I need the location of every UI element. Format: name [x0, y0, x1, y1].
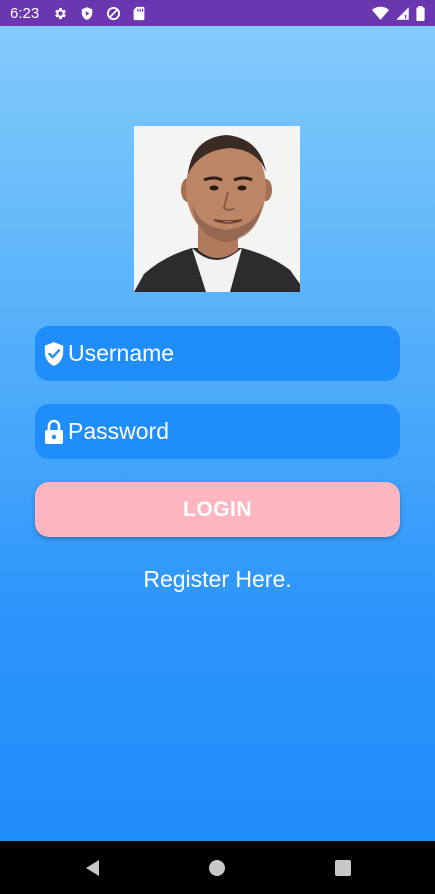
register-link[interactable]: Register Here. [0, 566, 435, 593]
wifi-icon [372, 6, 389, 21]
data-saver-icon [106, 6, 121, 21]
lock-icon [43, 419, 65, 445]
status-system-icons [372, 5, 425, 21]
sd-card-icon [133, 6, 145, 21]
back-icon[interactable] [80, 855, 106, 881]
profile-photo [134, 126, 300, 292]
username-field[interactable] [35, 326, 400, 381]
shield-play-icon [80, 6, 94, 21]
status-time: 6:23 [10, 4, 40, 22]
profile-avatar [134, 126, 300, 292]
password-field[interactable] [35, 404, 400, 459]
home-icon[interactable] [204, 855, 230, 881]
recents-icon[interactable] [330, 855, 356, 881]
login-button[interactable]: LOGIN [35, 482, 400, 537]
status-bar: 6:23 [0, 0, 435, 26]
status-notification-icons [53, 6, 145, 21]
password-input[interactable] [68, 411, 400, 452]
navigation-bar [0, 841, 435, 894]
shield-check-icon [43, 341, 65, 367]
battery-icon [416, 5, 425, 21]
login-screen: 6:23 Username LOGIN Register Here. [0, 0, 435, 894]
username-input[interactable] [68, 333, 400, 374]
settings-icon [53, 6, 68, 21]
cell-signal-icon [395, 6, 410, 21]
